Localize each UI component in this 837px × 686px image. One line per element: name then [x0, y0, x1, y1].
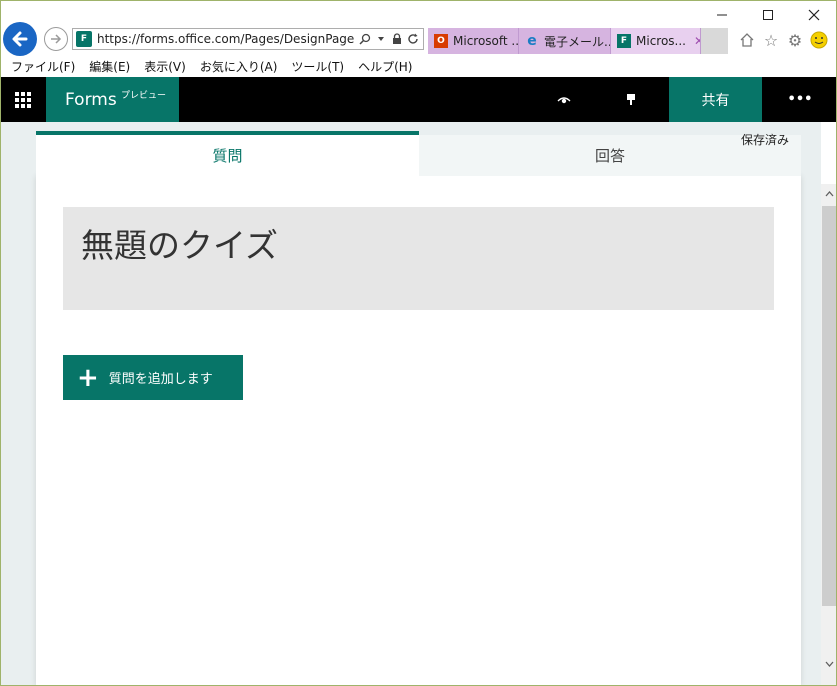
close-tab-icon[interactable]: ✕ [694, 34, 700, 48]
forms-favicon-icon: F [76, 31, 92, 47]
maximize-icon [763, 10, 773, 20]
menu-bar: ファイル(F) 編集(E) 表示(V) お気に入り(A) ツール(T) ヘルプ(… [0, 56, 837, 76]
browser-tab-1[interactable]: O Microsoft ... [428, 28, 519, 54]
quiz-title[interactable]: 無題のクイズ [81, 219, 278, 267]
forward-button[interactable] [44, 27, 68, 51]
preview-tag: プレビュー [121, 91, 167, 101]
app-brand[interactable]: Forms プレビュー [46, 77, 179, 122]
vertical-scrollbar[interactable] [821, 184, 837, 686]
forward-arrow-icon [51, 34, 62, 44]
add-question-label: 質問を追加します [108, 372, 213, 387]
plus-icon: + [77, 362, 99, 393]
scroll-thumb[interactable] [822, 206, 836, 606]
menu-help[interactable]: ヘルプ(H) [351, 58, 419, 75]
search-icon[interactable] [357, 31, 373, 47]
settings-gear-icon[interactable]: ⚙ [785, 30, 805, 50]
office-icon: O [434, 34, 448, 48]
maximize-button[interactable] [745, 0, 791, 30]
lock-icon[interactable] [389, 31, 405, 47]
browser-tab-3[interactable]: F Micros... ✕ [611, 28, 701, 54]
tab-questions[interactable]: 質問 [36, 131, 419, 176]
menu-view[interactable]: 表示(V) [137, 58, 193, 75]
home-icon[interactable] [737, 30, 757, 50]
new-tab-button[interactable] [701, 28, 728, 54]
menu-favorites[interactable]: お気に入り(A) [193, 58, 285, 75]
eye-icon [557, 97, 571, 104]
theme-button[interactable] [618, 90, 644, 110]
app-header: Forms プレビュー 共有 ••• [0, 77, 837, 122]
ie-icon: e [527, 33, 537, 49]
save-status: 保存済み [741, 133, 790, 147]
quiz-title-box[interactable]: 無題のクイズ [63, 207, 774, 310]
forms-icon: F [617, 34, 631, 48]
minimize-button[interactable] [699, 0, 745, 30]
scroll-down-icon[interactable] [821, 654, 837, 674]
menu-tools[interactable]: ツール(T) [284, 58, 351, 75]
smiley-feedback-icon[interactable] [809, 30, 829, 50]
app-launcher-button[interactable] [0, 77, 46, 122]
browser-tab-label: 電子メール... [544, 34, 611, 49]
close-button[interactable] [791, 0, 837, 30]
back-button[interactable] [3, 22, 37, 56]
browser-tab-label: Microsoft ... [453, 34, 519, 48]
more-options-button[interactable]: ••• [780, 89, 820, 109]
menu-file[interactable]: ファイル(F) [4, 58, 82, 75]
back-arrow-icon [12, 31, 28, 47]
minimize-icon [717, 14, 727, 16]
waffle-icon [15, 91, 31, 108]
dropdown-arrow-icon[interactable] [373, 31, 389, 47]
browser-tab-2[interactable]: e 電子メール... [519, 28, 611, 54]
share-button[interactable]: 共有 [669, 77, 762, 122]
preview-button[interactable] [551, 90, 577, 110]
paint-brush-icon [627, 94, 635, 105]
address-bar[interactable]: F https://forms.office.com/Pages/DesignP… [72, 28, 424, 50]
add-question-button[interactable]: + 質問を追加します [63, 355, 243, 400]
menu-edit[interactable]: 編集(E) [82, 58, 137, 75]
address-url[interactable]: https://forms.office.com/Pages/DesignPag… [97, 32, 355, 46]
refresh-icon[interactable] [405, 31, 421, 47]
app-name: Forms [65, 90, 117, 110]
scroll-up-icon[interactable] [821, 184, 837, 204]
browser-tab-label: Micros... [636, 34, 686, 48]
favorites-star-icon[interactable]: ☆ [761, 30, 781, 50]
close-icon [808, 9, 820, 21]
